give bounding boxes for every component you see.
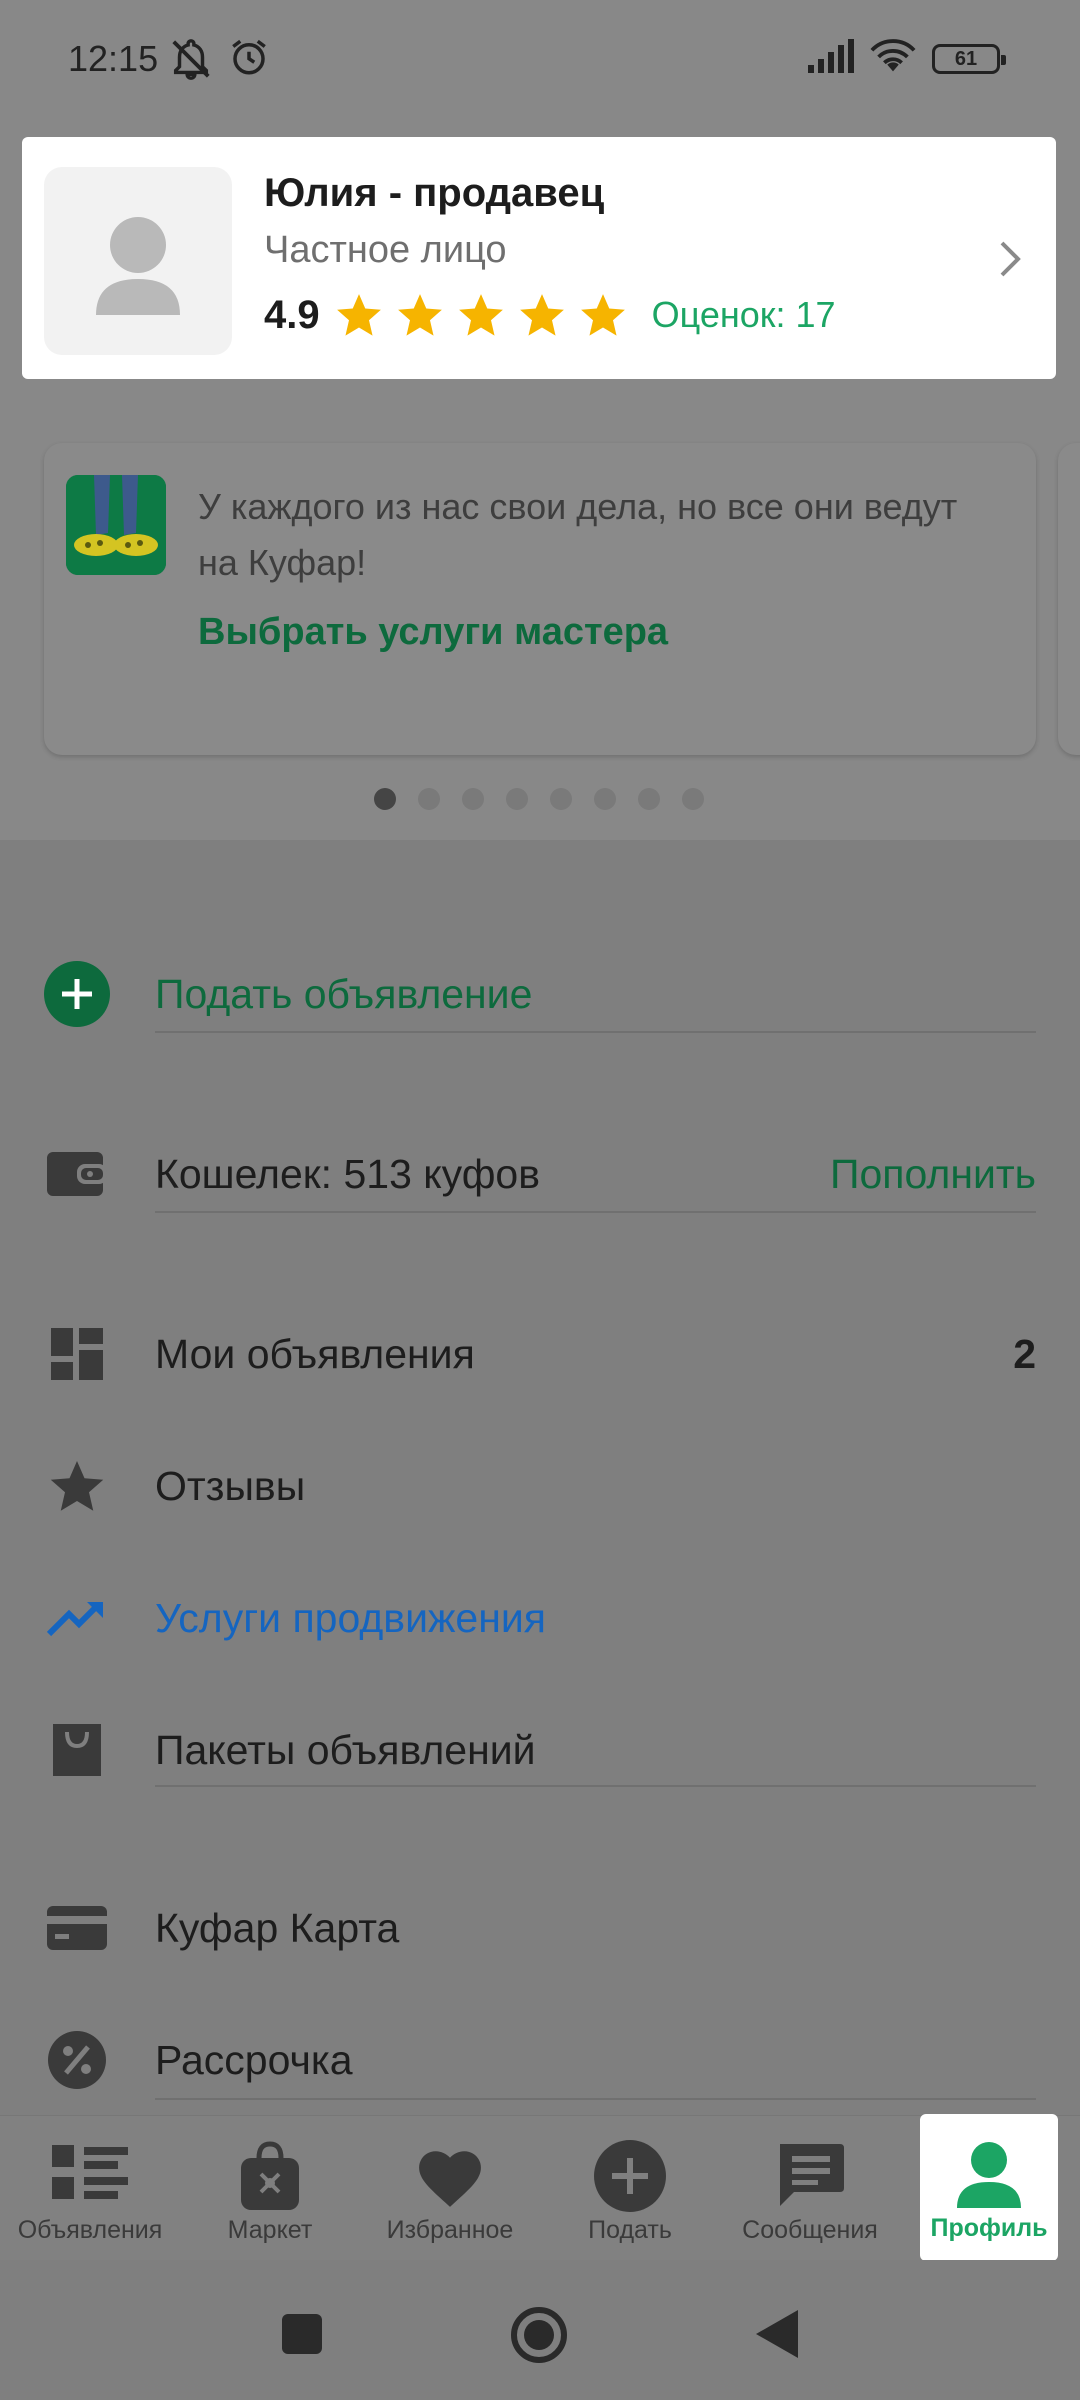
star-icon bbox=[336, 294, 381, 336]
notifications-off-icon bbox=[168, 36, 214, 87]
plus-circle-icon bbox=[594, 2140, 666, 2212]
star-icon bbox=[519, 294, 564, 336]
rating-value: 4.9 bbox=[264, 292, 320, 337]
nav-label: Профиль bbox=[930, 2214, 1048, 2242]
back-button[interactable] bbox=[756, 2310, 798, 2363]
status-time: 12:15 bbox=[68, 38, 159, 79]
divider bbox=[155, 2098, 1036, 2100]
next-promo-card[interactable] bbox=[1058, 443, 1080, 755]
carousel-indicator bbox=[374, 788, 704, 810]
menu-item-kufar-card[interactable]: Куфар Карта bbox=[0, 1878, 1080, 1978]
menu-label: Пакеты объявлений bbox=[155, 1726, 536, 1773]
wallet-icon bbox=[44, 1141, 110, 1207]
nav-item-messages[interactable]: Сообщения bbox=[720, 2116, 900, 2261]
profile-name: Юлия - продавец bbox=[264, 171, 605, 215]
divider bbox=[155, 1211, 1036, 1213]
menu-label: Услуги продвижения bbox=[155, 1594, 546, 1641]
menu-label: Подать объявление bbox=[155, 970, 533, 1017]
heart-icon bbox=[412, 2140, 488, 2212]
grid-icon bbox=[44, 1321, 110, 1387]
bag-icon bbox=[44, 1717, 110, 1783]
recents-button[interactable] bbox=[282, 2314, 322, 2359]
menu-label: Отзывы bbox=[155, 1462, 306, 1509]
carousel-dot[interactable] bbox=[506, 788, 528, 810]
nav-label: Маркет bbox=[227, 2216, 313, 2244]
profile-icon bbox=[953, 2138, 1025, 2210]
profile-type: Частное лицо bbox=[264, 229, 507, 271]
profile-menu: Подать объявление Кошелек: 513 куфов Поп… bbox=[0, 840, 1080, 2115]
percent-icon bbox=[44, 2027, 110, 2093]
promo-banner[interactable]: У каждого из нас свои дела, но все они в… bbox=[44, 443, 1036, 755]
carousel-dot[interactable] bbox=[418, 788, 440, 810]
nav-item-listings[interactable]: Объявления bbox=[0, 2116, 180, 2261]
ratings-count[interactable]: Оценок: 17 bbox=[652, 294, 836, 336]
menu-item-post-ad[interactable]: Подать объявление bbox=[0, 944, 1080, 1044]
system-nav-bar bbox=[0, 2260, 1080, 2400]
menu-item-wallet[interactable]: Кошелек: 513 куфов Пополнить bbox=[0, 1124, 1080, 1224]
rating-row: 4.9 Оценок: 17 bbox=[264, 289, 836, 341]
carousel-dot[interactable] bbox=[682, 788, 704, 810]
promo-text: У каждого из нас свои дела, но все они в… bbox=[198, 486, 958, 583]
nav-item-market[interactable]: Маркет bbox=[180, 2116, 360, 2261]
menu-label: Кошелек: 513 куфов bbox=[155, 1150, 541, 1197]
menu-item-promotion[interactable]: Услуги продвижения bbox=[0, 1568, 1080, 1668]
chat-icon bbox=[774, 2140, 846, 2212]
nav-label: Избранное bbox=[386, 2216, 514, 2244]
user-placeholder-icon bbox=[96, 217, 180, 315]
menu-label: Мои объявления bbox=[155, 1330, 475, 1377]
menu-item-reviews[interactable]: Отзывы bbox=[0, 1436, 1080, 1536]
carousel-dot[interactable] bbox=[374, 788, 396, 810]
carousel-dot[interactable] bbox=[638, 788, 660, 810]
nav-item-profile[interactable]: Профиль bbox=[920, 2114, 1058, 2261]
nav-item-post[interactable]: Подать bbox=[540, 2116, 720, 2261]
carousel-dot[interactable] bbox=[550, 788, 572, 810]
trending-up-icon bbox=[44, 1585, 110, 1651]
plus-circle-icon bbox=[44, 961, 110, 1027]
rating-stars bbox=[334, 290, 628, 340]
promo-image bbox=[66, 475, 166, 575]
menu-label: Куфар Карта bbox=[155, 1904, 400, 1951]
battery-icon: 61 bbox=[932, 43, 1006, 74]
listings-icon bbox=[52, 2140, 128, 2212]
star-icon bbox=[397, 294, 442, 336]
market-bag-icon bbox=[237, 2140, 303, 2212]
top-up-button[interactable]: Пополнить bbox=[830, 1151, 1036, 1198]
carousel-dot[interactable] bbox=[462, 788, 484, 810]
avatar bbox=[44, 167, 232, 355]
menu-item-my-ads[interactable]: Мои объявления 2 bbox=[0, 1304, 1080, 1404]
nav-label: Подать bbox=[588, 2216, 672, 2244]
nav-label: Сообщения bbox=[742, 2216, 878, 2244]
divider bbox=[155, 1785, 1036, 1787]
divider bbox=[155, 1031, 1036, 1033]
home-button[interactable] bbox=[510, 2306, 568, 2369]
credit-card-icon bbox=[44, 1895, 110, 1961]
signal-icon bbox=[806, 39, 854, 78]
status-bar: 12:15 61 bbox=[0, 0, 1080, 120]
profile-card[interactable]: Юлия - продавец Частное лицо 4.9 Оценок:… bbox=[22, 137, 1056, 379]
star-icon bbox=[44, 1453, 110, 1519]
nav-label: Объявления bbox=[17, 2216, 163, 2244]
promo-link[interactable]: Выбрать услуги мастера bbox=[198, 611, 668, 654]
star-icon bbox=[458, 294, 503, 336]
star-icon bbox=[580, 294, 625, 336]
carousel-dot[interactable] bbox=[594, 788, 616, 810]
nav-item-favorites[interactable]: Избранное bbox=[360, 2116, 540, 2261]
my-ads-count: 2 bbox=[1013, 1330, 1036, 1377]
wifi-icon bbox=[870, 38, 916, 79]
bottom-nav: Объявления Маркет Избранное Подать Сообщ… bbox=[0, 2114, 1080, 2261]
menu-item-installment[interactable]: Рассрочка bbox=[0, 2010, 1080, 2110]
chevron-right-icon bbox=[996, 237, 1026, 286]
menu-label: Рассрочка bbox=[155, 2036, 353, 2083]
alarm-icon bbox=[228, 36, 270, 87]
